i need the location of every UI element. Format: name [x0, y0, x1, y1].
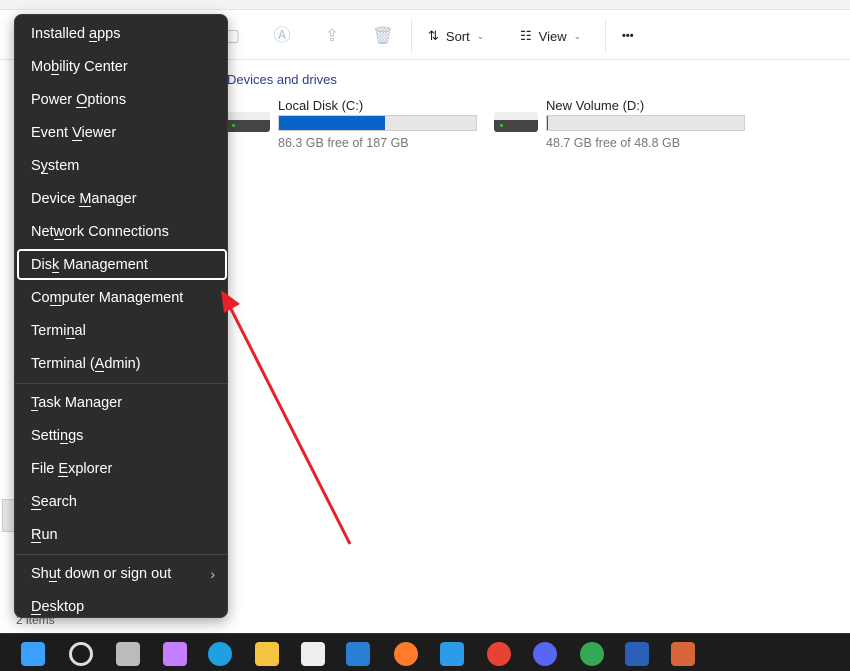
store-icon[interactable] [301, 642, 325, 666]
annotation-arrow [221, 290, 352, 545]
taskbar [0, 633, 850, 671]
copilot-icon[interactable] [163, 642, 187, 666]
chrome-profile-m-icon[interactable] [487, 642, 511, 666]
file-explorer-icon[interactable] [255, 642, 279, 666]
search-icon[interactable] [69, 642, 93, 666]
start-icon[interactable] [21, 642, 45, 666]
discord-icon[interactable] [533, 642, 557, 666]
edge-icon[interactable] [208, 642, 232, 666]
app-icon[interactable] [671, 642, 695, 666]
firefox-icon[interactable] [394, 642, 418, 666]
task-view-icon[interactable] [116, 642, 140, 666]
word-icon[interactable] [625, 642, 649, 666]
vscode-icon[interactable] [440, 642, 464, 666]
chrome-profile-m2-icon[interactable] [580, 642, 604, 666]
outlook-icon[interactable] [346, 642, 370, 666]
